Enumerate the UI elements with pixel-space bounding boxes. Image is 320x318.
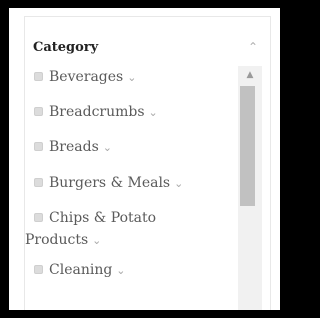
checkbox[interactable] xyxy=(34,213,43,222)
chevron-down-icon[interactable]: ⌄ xyxy=(174,177,183,190)
category-item-breadcrumbs[interactable]: Breadcrumbs ⌄ xyxy=(25,101,235,124)
vertical-scrollbar[interactable]: ▲ xyxy=(238,66,262,310)
chevron-down-icon[interactable]: ⌄ xyxy=(149,106,158,119)
category-list: Beverages ⌄ Breadcrumbs ⌄ Breads ⌄ Burgers … xyxy=(25,66,235,310)
filter-title: Category xyxy=(33,40,99,55)
screenshot-frame: Category ⌃ Beverages ⌄ Breadcrumbs ⌄ Bread… xyxy=(0,0,291,318)
category-filter-panel: Category ⌃ Beverages ⌄ Breadcrumbs ⌄ Bread… xyxy=(9,8,280,310)
category-label: Breadcrumbs xyxy=(49,104,145,120)
checkbox[interactable] xyxy=(34,107,43,116)
chevron-up-icon[interactable]: ⌃ xyxy=(245,40,261,54)
category-label: Beverages xyxy=(49,69,124,85)
checkbox[interactable] xyxy=(34,178,43,187)
category-item-beverages[interactable]: Beverages ⌄ xyxy=(25,66,235,89)
category-item-breads[interactable]: Breads ⌄ xyxy=(25,136,235,159)
category-label-continued: Products xyxy=(25,232,89,248)
category-label: Breads xyxy=(49,139,99,155)
category-label: Chips & Potato xyxy=(49,210,157,226)
chevron-down-icon[interactable]: ⌄ xyxy=(103,141,112,154)
scroll-up-arrow-icon[interactable]: ▲ xyxy=(238,68,262,82)
checkbox[interactable] xyxy=(34,72,43,81)
scrollbar-thumb[interactable] xyxy=(240,86,255,206)
category-label: Cleaning xyxy=(49,262,113,278)
checkbox[interactable] xyxy=(34,265,43,274)
chevron-down-icon[interactable]: ⌄ xyxy=(116,264,125,277)
category-item-burgers-meals[interactable]: Burgers & Meals ⌄ xyxy=(25,172,235,195)
chevron-down-icon[interactable]: ⌄ xyxy=(92,234,101,247)
category-label: Burgers & Meals xyxy=(49,175,171,191)
category-item-cleaning[interactable]: Cleaning ⌄ xyxy=(25,259,235,282)
chevron-down-icon[interactable]: ⌄ xyxy=(127,71,136,84)
category-item-chips-potato-products[interactable]: Chips & Potato Products ⌄ xyxy=(25,207,235,252)
checkbox[interactable] xyxy=(34,142,43,151)
